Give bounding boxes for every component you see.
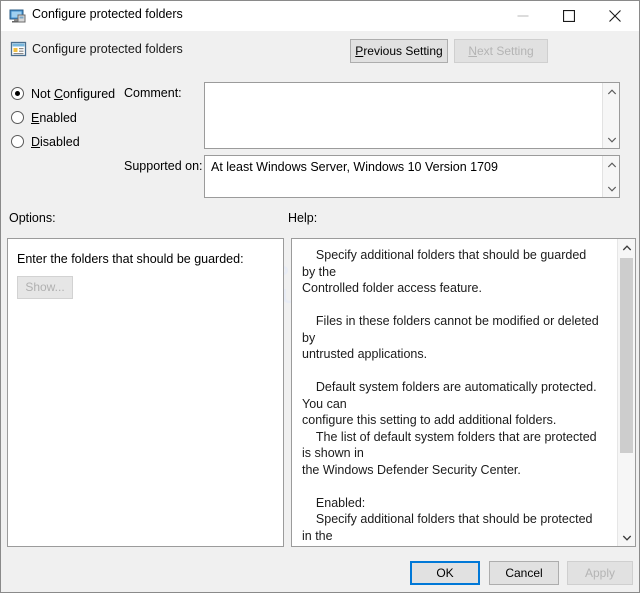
comment-input[interactable] — [204, 82, 620, 149]
comment-scrollbar[interactable] — [602, 83, 619, 148]
policy-setting-icon — [10, 41, 27, 57]
minimize-icon[interactable] — [500, 1, 546, 30]
radio-enabled[interactable]: Enabled — [11, 111, 77, 125]
apply-button[interactable]: Apply — [567, 561, 633, 585]
window-title: Configure protected folders — [32, 7, 183, 21]
radio-disabled[interactable]: Disabled — [11, 135, 80, 149]
radio-indicator-not-configured — [11, 87, 24, 100]
show-button[interactable]: Show... — [17, 276, 73, 299]
supported-on-scrollbar[interactable] — [602, 156, 619, 197]
scroll-up-icon[interactable] — [603, 157, 620, 172]
radio-accel-not-configured: C — [53, 87, 63, 101]
state-and-comment-section: Not Configured Enabled Disabled Comment:… — [1, 78, 639, 208]
radio-indicator-disabled — [11, 135, 24, 148]
next-setting-label: ext Setting — [476, 44, 534, 58]
scroll-up-icon[interactable] — [618, 239, 635, 256]
help-text: Specify additional folders that should b… — [302, 248, 599, 546]
supported-on-value: At least Windows Server, Windows 10 Vers… — [211, 160, 498, 174]
options-panel: Enter the folders that should be guarded… — [7, 238, 284, 547]
comment-label: Comment: — [124, 86, 182, 100]
ok-button[interactable]: OK — [410, 561, 480, 585]
radio-label-suffix-enabled: nabled — [39, 111, 77, 125]
cancel-button[interactable]: Cancel — [489, 561, 559, 585]
radio-label-prefix-not-configured: Not — [31, 87, 54, 101]
radio-label-suffix-disabled: isabled — [40, 135, 80, 149]
options-section-label: Options: — [9, 211, 56, 225]
scroll-down-icon[interactable] — [603, 181, 620, 196]
radio-not-configured[interactable]: Not Configured — [11, 87, 115, 101]
radio-label-suffix-not-configured: onfigured — [62, 87, 116, 101]
supported-on-label: Supported on: — [124, 159, 203, 173]
close-icon[interactable] — [592, 1, 638, 30]
setting-title: Configure protected folders — [32, 42, 183, 56]
help-panel: Specify additional folders that should b… — [291, 238, 636, 547]
scroll-down-icon[interactable] — [603, 132, 620, 147]
scroll-down-icon[interactable] — [618, 529, 635, 546]
supported-on-field[interactable]: At least Windows Server, Windows 10 Vers… — [204, 155, 620, 198]
maximize-icon[interactable] — [546, 1, 592, 30]
group-policy-setting-dialog: Configure protected folders Configure pr… — [0, 0, 640, 593]
scrollbar-thumb[interactable] — [620, 258, 633, 453]
scroll-up-icon[interactable] — [603, 84, 620, 99]
computer-monitor-icon — [9, 8, 26, 24]
next-setting-accel: N — [468, 44, 477, 58]
previous-setting-button[interactable]: Previous Setting — [350, 39, 448, 63]
radio-accel-disabled: D — [31, 135, 41, 149]
title-bar: Configure protected folders — [1, 1, 639, 32]
setting-header: Configure protected folders Previous Set… — [1, 31, 639, 78]
help-section-label: Help: — [288, 211, 318, 225]
folders-description-label: Enter the folders that should be guarded… — [17, 252, 244, 266]
next-setting-button[interactable]: Next Setting — [454, 39, 548, 63]
previous-setting-label: revious Setting — [363, 44, 443, 58]
help-scrollbar[interactable] — [617, 239, 635, 546]
radio-indicator-enabled — [11, 111, 24, 124]
